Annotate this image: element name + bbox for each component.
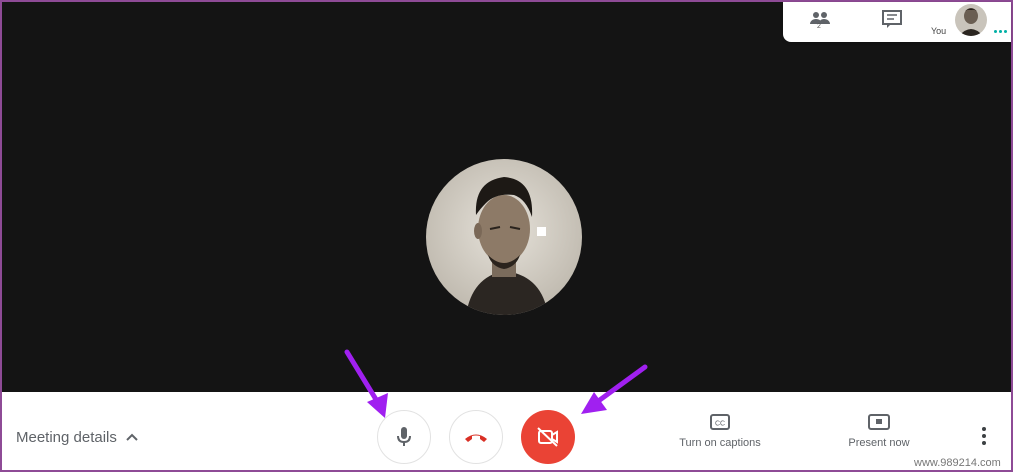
hang-up-button[interactable] [449,410,503,464]
closed-captions-icon: CC [710,414,730,430]
participants-count: 2 [817,23,821,30]
self-avatar-image [955,4,987,36]
captions-button[interactable]: CC Turn on captions [658,413,782,449]
hang-up-icon [465,434,487,442]
chat-button[interactable] [871,4,913,34]
present-screen-icon [868,414,890,430]
present-now-button[interactable]: Present now [830,413,928,449]
present-now-label: Present now [848,437,910,449]
svg-text:CC: CC [715,421,725,428]
captions-label: Turn on captions [679,437,761,449]
mic-button[interactable] [377,410,431,464]
more-vert-icon [982,427,986,445]
participant-photo [426,159,582,315]
camera-toggle-button[interactable] [521,410,575,464]
watermark-text: www.989214.com [914,457,1001,469]
camera-off-icon [537,427,558,447]
you-label: You [931,26,947,36]
self-avatar[interactable] [955,4,987,36]
chat-icon [882,10,902,28]
participant-avatar [426,159,582,315]
chevron-up-icon [126,433,138,441]
more-options-button[interactable] [975,423,993,449]
activity-dots [994,30,1007,33]
microphone-icon [397,427,411,446]
meeting-details-label: Meeting details [16,428,117,446]
meeting-details-toggle[interactable]: Meeting details [16,426,139,448]
